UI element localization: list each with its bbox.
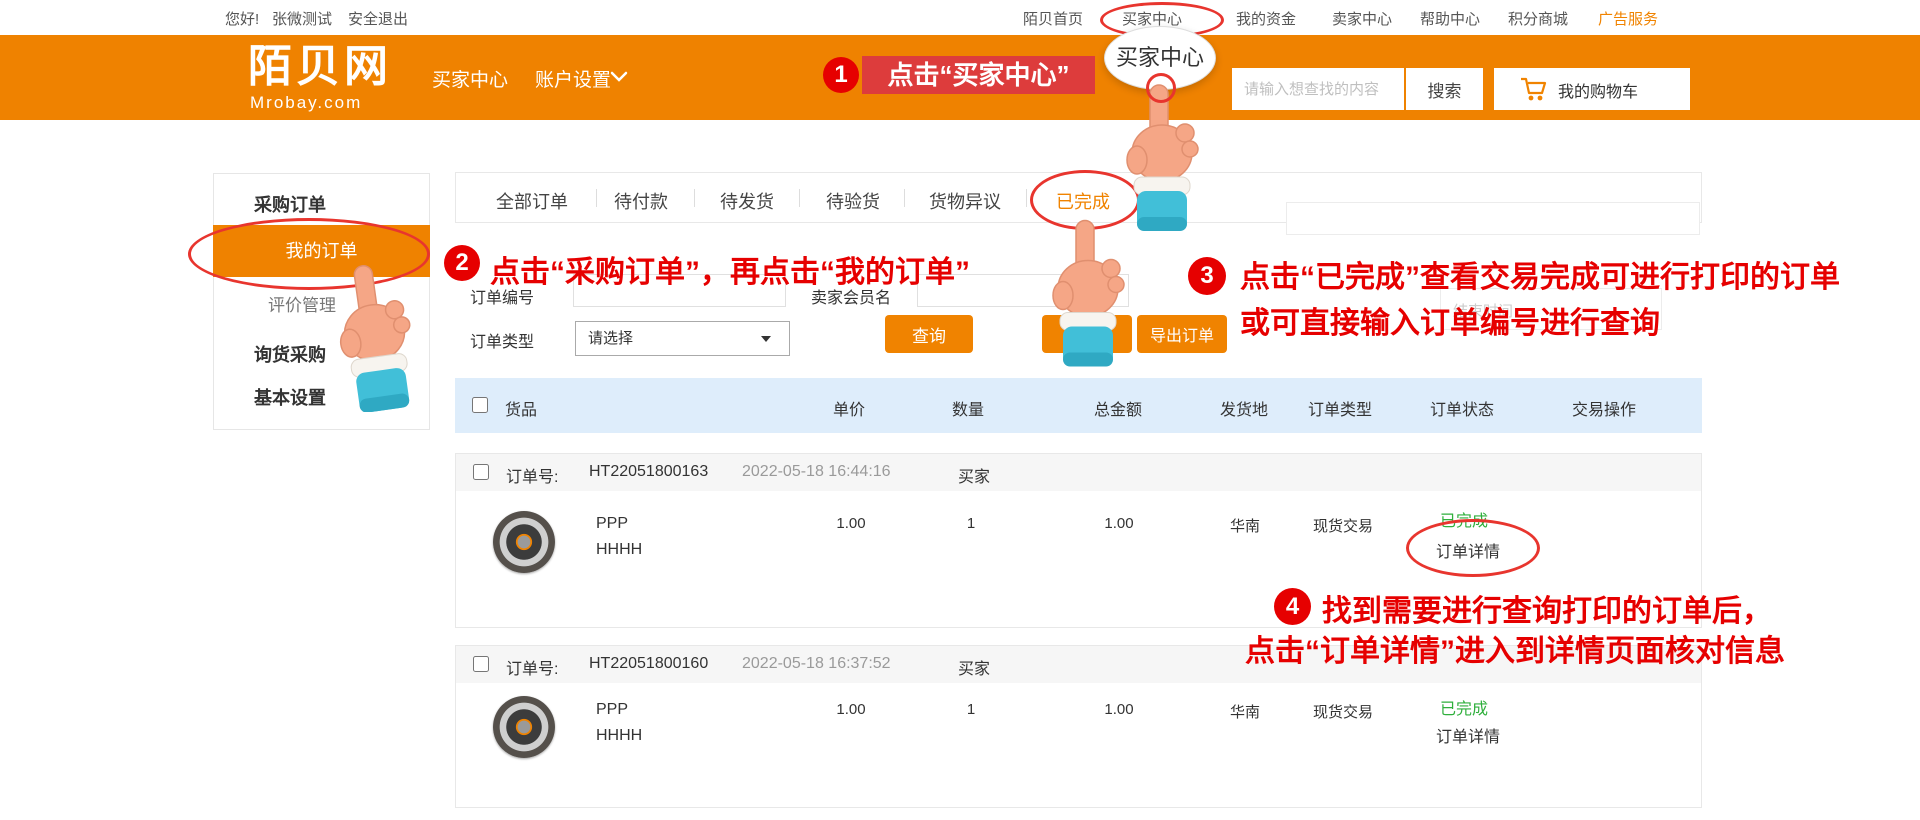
order-no-value: HT22051800160 xyxy=(589,655,708,673)
col-total: 总金额 xyxy=(1094,396,1142,420)
step-badge-2: 2 xyxy=(444,245,480,281)
chevron-down-icon xyxy=(610,71,628,83)
tab-goods-dispute[interactable]: 货物异议 xyxy=(929,188,1001,214)
cell-unit-price: 1.00 xyxy=(786,515,916,532)
col-order-type: 订单类型 xyxy=(1308,396,1372,420)
step4-text-line2: 点击“订单详情”进入到详情页面核对信息 xyxy=(1245,626,1785,670)
order-no-value: HT22051800163 xyxy=(589,463,708,481)
query-button[interactable]: 查询 xyxy=(885,315,973,353)
export-orders-button[interactable]: 导出订单 xyxy=(1137,315,1227,353)
order-type-label: 订单类型 xyxy=(470,328,534,352)
step4-text-line1: 找到需要进行查询打印的订单后， xyxy=(1322,586,1772,630)
col-trade-action: 交易操作 xyxy=(1572,396,1636,420)
step-badge-4: 4 xyxy=(1274,588,1311,625)
col-product: 货品 xyxy=(505,396,537,420)
tab-divider xyxy=(799,189,800,207)
page: { "colors": { "brand_orange": "#EF8200",… xyxy=(0,0,1920,820)
order-role: 买家 xyxy=(958,463,990,487)
cell-order-type: 现货交易 xyxy=(1278,515,1408,536)
order-detail-link[interactable]: 订单详情 xyxy=(1403,723,1533,747)
status-completed: 已完成 xyxy=(1399,695,1529,719)
col-ship-from: 发货地 xyxy=(1220,396,1268,420)
order-group-header: 订单号: HT22051800163 2022-05-18 16:44:16 买… xyxy=(456,454,1701,491)
cell-unit-price: 1.00 xyxy=(786,701,916,718)
sidebar-heading-basic-settings[interactable]: 基本设置 xyxy=(254,384,326,410)
step3-text-line1: 点击“已完成”查看交易完成可进行打印的订单 xyxy=(1240,252,1840,296)
product-name-line1[interactable]: PPP xyxy=(596,701,628,719)
greeting-text: 您好! xyxy=(225,8,259,29)
username-link[interactable]: 张微测试 xyxy=(272,8,332,29)
tab-divider xyxy=(904,189,905,207)
topnav-help-center[interactable]: 帮助中心 xyxy=(1420,8,1480,29)
step1-callout: 点击“买家中心” xyxy=(862,56,1095,94)
topnav-my-funds[interactable]: 我的资金 xyxy=(1236,8,1296,29)
pointing-hand-icon xyxy=(1036,214,1136,369)
pointing-hand-icon xyxy=(1110,81,1210,231)
click-ring-icon xyxy=(1146,73,1176,103)
search-button[interactable]: 搜索 xyxy=(1406,68,1483,110)
col-unit-price: 单价 xyxy=(833,396,865,420)
product-image-bearing[interactable] xyxy=(493,511,555,573)
product-image-bearing[interactable] xyxy=(493,696,555,758)
col-quantity: 数量 xyxy=(952,396,984,420)
order-type-value: 请选择 xyxy=(588,330,633,347)
top-utility-bar: 您好! 张微测试 安全退出 陌贝首页 买家中心 我的资金 卖家中心 帮助中心 积… xyxy=(0,0,1920,36)
tab-all-orders[interactable]: 全部订单 xyxy=(496,188,568,214)
tab-pending-payment[interactable]: 待付款 xyxy=(614,188,668,214)
sidebar-heading-purchase-orders[interactable]: 采购订单 xyxy=(254,191,326,217)
topnav-home[interactable]: 陌贝首页 xyxy=(1023,8,1083,29)
product-name-line2: HHHH xyxy=(596,727,642,745)
order-role: 买家 xyxy=(958,655,990,679)
cell-quantity: 1 xyxy=(906,515,1036,532)
tab-divider xyxy=(596,189,597,207)
cart-label: 我的购物车 xyxy=(1558,78,1638,102)
step-badge-3: 3 xyxy=(1188,257,1226,295)
red-circle-order-detail xyxy=(1406,519,1540,577)
col-order-status: 订单状态 xyxy=(1430,396,1494,420)
order-type-select[interactable]: 请选择 xyxy=(575,321,790,356)
header-nav-buyer-center[interactable]: 买家中心 xyxy=(432,65,508,92)
step2-text: 点击“采购订单”，再点击“我的订单” xyxy=(490,247,970,291)
cell-total: 1.00 xyxy=(1054,515,1184,532)
logout-link[interactable]: 安全退出 xyxy=(348,8,408,29)
header-nav-account-settings[interactable]: 账户设置 xyxy=(535,65,611,92)
order-time: 2022-05-18 16:44:16 xyxy=(742,463,891,481)
topnav-ad-service[interactable]: 广告服务 xyxy=(1598,8,1658,29)
select-chevron-icon xyxy=(761,336,771,342)
search-input[interactable] xyxy=(1232,68,1404,110)
order-checkbox[interactable] xyxy=(473,656,489,672)
product-name-line2: HHHH xyxy=(596,541,642,559)
sidebar-heading-inquiry-purchase[interactable]: 询货采购 xyxy=(254,341,326,367)
cell-order-type: 现货交易 xyxy=(1278,701,1408,722)
order-no-label: 订单号: xyxy=(506,655,558,679)
step-badge-1: 1 xyxy=(823,57,859,93)
topnav-points-mall[interactable]: 积分商城 xyxy=(1508,8,1568,29)
logo-text[interactable]: 陌贝网 xyxy=(248,45,392,89)
order-time: 2022-05-18 16:37:52 xyxy=(742,655,891,673)
tab-pending-shipment[interactable]: 待发货 xyxy=(720,188,774,214)
tab-divider xyxy=(694,189,695,207)
pointing-hand-icon xyxy=(323,260,423,412)
tab-divider xyxy=(1026,189,1027,207)
cart-icon xyxy=(1518,75,1548,103)
order-checkbox[interactable] xyxy=(473,464,489,480)
step3-text-line2: 或可直接输入订单编号进行查询 xyxy=(1240,298,1660,342)
select-all-checkbox[interactable] xyxy=(472,397,488,413)
date-start-input[interactable] xyxy=(1286,202,1700,235)
order-no-label: 订单号: xyxy=(506,463,558,487)
cell-total: 1.00 xyxy=(1054,701,1184,718)
topnav-seller-center[interactable]: 卖家中心 xyxy=(1332,8,1392,29)
product-name-line1[interactable]: PPP xyxy=(596,515,628,533)
cell-quantity: 1 xyxy=(906,701,1036,718)
cart-button[interactable]: 我的购物车 xyxy=(1494,68,1690,110)
tab-pending-inspection[interactable]: 待验货 xyxy=(826,188,880,214)
logo-subtext: Mrobay.com xyxy=(250,93,362,113)
table-header: 货品 单价 数量 总金额 发货地 订单类型 订单状态 交易操作 xyxy=(455,378,1702,433)
